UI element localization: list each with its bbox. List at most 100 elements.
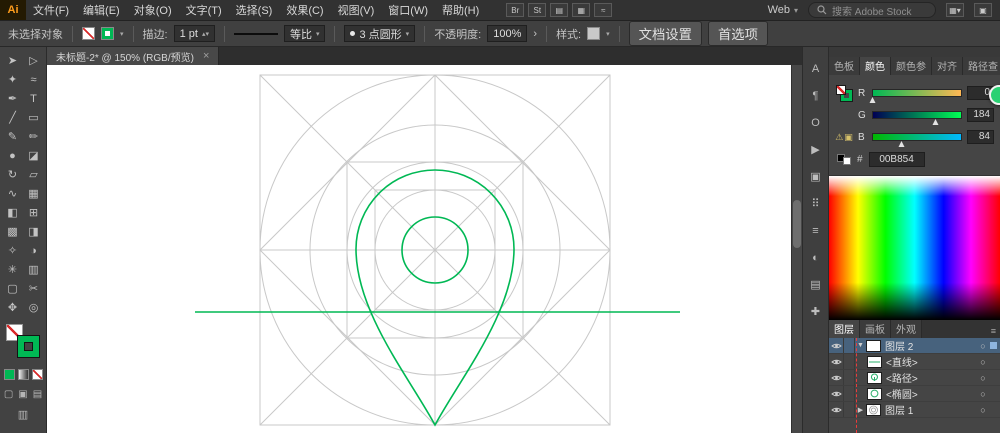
opacity-input[interactable]: 100% <box>487 25 528 42</box>
scale-tool[interactable]: ▱ <box>23 165 44 184</box>
tab-layers[interactable]: 图层 <box>829 320 860 338</box>
width-tool[interactable]: ∿ <box>2 184 23 203</box>
stroke-weight-input[interactable]: 1 pt ▴▾ <box>173 25 215 42</box>
canvas[interactable] <box>47 65 791 433</box>
shape-builder-tool[interactable]: ◧ <box>2 203 23 222</box>
layer-name[interactable]: <椭圆> <box>886 386 977 401</box>
none-button[interactable] <box>31 369 43 380</box>
green-value[interactable]: 184 <box>967 108 994 122</box>
layer-thumbnail[interactable] <box>866 339 881 352</box>
links-panel-icon[interactable]: ▣ <box>803 163 828 190</box>
column-graph-tool[interactable]: ▥ <box>23 260 44 279</box>
draw-normal-button[interactable]: ▢ <box>4 389 13 400</box>
layer-row-path[interactable]: <路径> ○ <box>829 370 1000 386</box>
hand-tool[interactable]: ✥ <box>2 298 23 317</box>
lock-toggle[interactable] <box>844 386 855 401</box>
tab-artboards[interactable]: 画板 <box>860 320 891 338</box>
menu-file[interactable]: 文件(F) <box>26 0 76 20</box>
expand-icon[interactable]: ▼ <box>855 342 866 349</box>
web-color-icon[interactable]: ▣ <box>844 132 853 143</box>
hex-value-input[interactable]: 00B854 <box>868 152 925 167</box>
free-transform-tool[interactable]: ▦ <box>23 184 44 203</box>
mesh-tool[interactable]: ▩ <box>2 222 23 241</box>
target-icon[interactable]: ○ <box>977 373 989 383</box>
menu-edit[interactable]: 编辑(E) <box>76 0 127 20</box>
fill-color-swatch[interactable] <box>82 27 95 40</box>
style-swatch[interactable] <box>587 27 601 40</box>
character-panel-icon[interactable]: A <box>803 55 828 82</box>
layer-thumbnail[interactable] <box>867 371 882 384</box>
blue-value[interactable]: 84 <box>967 130 994 144</box>
layer-row-line[interactable]: <直线> ○ <box>829 354 1000 370</box>
visibility-toggle[interactable] <box>829 338 844 353</box>
slider-thumb[interactable] <box>898 141 905 147</box>
layer-thumbnail[interactable] <box>867 387 882 400</box>
preferences-button[interactable]: 首选项 <box>707 21 768 46</box>
opacity-more-icon[interactable]: › <box>533 28 537 40</box>
gradient-button[interactable] <box>17 369 29 380</box>
workspace-switcher[interactable]: Web ▾ <box>768 4 798 16</box>
eyedropper-tool[interactable]: ✧ <box>2 241 23 260</box>
green-slider[interactable] <box>872 111 962 125</box>
color-button[interactable] <box>3 369 15 380</box>
document-setup-button[interactable]: 文档设置 <box>628 21 702 46</box>
lock-toggle[interactable] <box>844 402 855 417</box>
lock-toggle[interactable] <box>844 354 855 369</box>
layer-name[interactable]: 图层 2 <box>885 338 977 353</box>
fill-proxy-mini[interactable] <box>836 85 846 95</box>
slider-thumb[interactable] <box>869 97 876 103</box>
tab-color[interactable]: 颜色 <box>860 57 891 75</box>
pencil-tool[interactable]: ✏ <box>23 127 44 146</box>
layer-name[interactable]: <路径> <box>886 370 977 385</box>
slider-thumb[interactable] <box>932 119 939 125</box>
zoom-tool[interactable]: ◎ <box>23 298 44 317</box>
scrollbar-thumb[interactable] <box>793 200 801 248</box>
line-segment-tool[interactable]: ╱ <box>2 108 23 127</box>
chevron-down-icon[interactable]: ▾ <box>606 30 610 38</box>
color-spectrum[interactable] <box>829 175 1000 320</box>
opentype-panel-icon[interactable]: O <box>803 109 828 136</box>
target-icon[interactable]: ○ <box>977 341 989 351</box>
fill-stroke-proxy[interactable] <box>835 85 853 101</box>
chevron-down-icon[interactable]: ▾ <box>120 30 124 38</box>
width-profile-dropdown[interactable]: 等比 ▾ <box>283 25 326 42</box>
menu-select[interactable]: 选择(S) <box>229 0 280 20</box>
visibility-toggle[interactable] <box>829 402 844 417</box>
menu-view[interactable]: 视图(V) <box>331 0 382 20</box>
layer-row-layer1[interactable]: ▶ 图层 1 ○ <box>829 402 1000 418</box>
arrange-documents-icon[interactable]: ▤ <box>550 3 569 17</box>
gradient-tool[interactable]: ◨ <box>23 222 44 241</box>
stock-icon[interactable]: St <box>528 3 547 17</box>
screen-mode-button[interactable]: ▥ <box>18 408 28 421</box>
lock-toggle[interactable] <box>844 338 855 353</box>
target-icon[interactable]: ○ <box>977 405 989 415</box>
blob-brush-tool[interactable]: ● <box>2 146 23 165</box>
visibility-toggle[interactable] <box>829 370 844 385</box>
layer-thumbnail[interactable] <box>867 355 882 368</box>
layer-name[interactable]: <直线> <box>886 354 977 369</box>
align-panel-icon[interactable]: ≡ <box>803 217 828 244</box>
artboards-panel-icon[interactable]: ▤ <box>803 271 828 298</box>
red-slider[interactable] <box>869 89 962 103</box>
slice-tool[interactable]: ✂ <box>23 279 44 298</box>
rectangle-tool[interactable]: ▭ <box>23 108 44 127</box>
visibility-toggle[interactable] <box>829 354 844 369</box>
default-colors-icon[interactable] <box>837 154 851 165</box>
lock-toggle[interactable] <box>844 370 855 385</box>
close-icon[interactable]: × <box>203 50 209 62</box>
tab-color-guide[interactable]: 颜色参 <box>891 57 932 75</box>
perspective-grid-tool[interactable]: ⊞ <box>23 203 44 222</box>
visibility-toggle[interactable] <box>829 386 844 401</box>
draw-behind-button[interactable]: ▣ <box>18 389 27 400</box>
menu-object[interactable]: 对象(O) <box>127 0 179 20</box>
out-of-gamut-icon[interactable]: ⚠ <box>835 132 843 143</box>
draw-inside-button[interactable]: ▤ <box>33 389 42 400</box>
layer-row-ellipse[interactable]: <椭圆> ○ <box>829 386 1000 402</box>
layer-row-layer2[interactable]: ▼ 图层 2 ○ <box>829 338 1000 354</box>
stroke-color-swatch[interactable] <box>101 27 114 40</box>
selection-indicator[interactable] <box>989 342 998 349</box>
eraser-tool[interactable]: ◪ <box>23 146 44 165</box>
selection-tool[interactable]: ➤ <box>2 51 23 70</box>
actions-panel-icon[interactable]: ▶ <box>803 136 828 163</box>
lasso-tool[interactable]: ≈ <box>23 70 44 89</box>
